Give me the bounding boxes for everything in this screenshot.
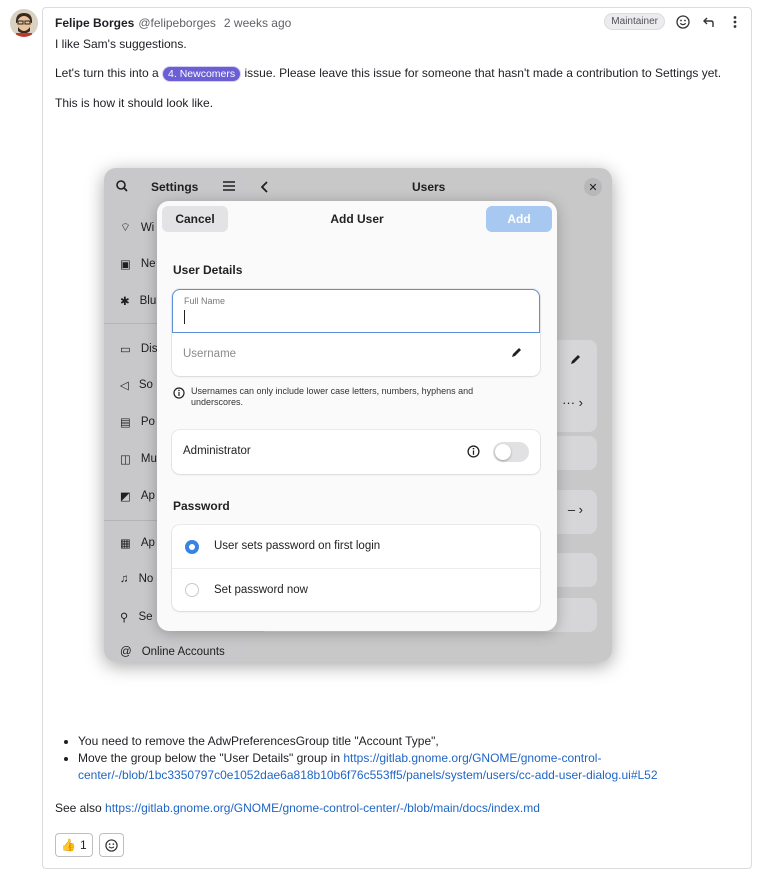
comment-line-3: This is how it should look like. bbox=[55, 96, 214, 110]
info-icon bbox=[173, 387, 185, 399]
see-also-label: See also bbox=[55, 801, 102, 815]
cc-add-user-dialog-link[interactable]: https://gitlab.gnome.org/GNOME/gnome-con… bbox=[343, 751, 601, 765]
see-also-line: See also https://gitlab.gnome.org/GNOME/… bbox=[55, 801, 540, 815]
thumbs-up-icon: 👍 bbox=[61, 838, 76, 852]
username-hint: Usernames can only include lower case le… bbox=[173, 386, 513, 408]
add-user-dialog: Cancel Add User Add User Details Full Na… bbox=[157, 201, 557, 631]
comment-line-1: I like Sam's suggestions. bbox=[55, 37, 187, 51]
row-divider bbox=[172, 568, 540, 569]
author-avatar[interactable] bbox=[10, 9, 38, 37]
add-reaction-icon[interactable] bbox=[675, 14, 691, 30]
newcomers-label[interactable]: 4. Newcomers bbox=[162, 66, 242, 82]
administrator-group: Administrator bbox=[172, 430, 540, 474]
author-name[interactable]: Felipe Borges bbox=[55, 16, 134, 30]
radio-set-now bbox=[185, 583, 199, 597]
comment-line-2: Let's turn this into a 4. Newcomers issu… bbox=[55, 66, 721, 82]
maintainer-badge: Maintainer bbox=[604, 13, 665, 30]
edit-pencil-icon bbox=[512, 348, 521, 357]
option-set-now-label: Set password now bbox=[214, 584, 308, 596]
list-item: Move the group below the "User Details" … bbox=[78, 750, 728, 784]
list-item: You need to remove the AdwPreferencesGro… bbox=[78, 733, 728, 750]
cc-add-user-dialog-link-continued[interactable]: center/-/blob/1bc3350797c0e1052dae6a818b… bbox=[78, 768, 658, 782]
more-actions-icon[interactable] bbox=[727, 14, 743, 30]
reply-icon[interactable] bbox=[701, 14, 717, 30]
author-handle[interactable]: @felipeborges bbox=[138, 16, 216, 30]
radio-first-login bbox=[185, 540, 199, 554]
thumbs-up-count: 1 bbox=[79, 838, 87, 852]
comment-header: Felipe Borges @felipeborges 2 weeks ago bbox=[55, 15, 291, 31]
text-caret bbox=[184, 310, 185, 324]
comment-line-2-end: issue. Please leave this issue for someo… bbox=[244, 66, 722, 80]
full-name-label: Full Name bbox=[184, 296, 226, 306]
thumbs-up-reaction[interactable]: 👍 1 bbox=[55, 833, 93, 857]
username-field: Username bbox=[183, 348, 237, 360]
info-icon bbox=[467, 445, 480, 458]
username-hint-text: Usernames can only include lower case le… bbox=[191, 386, 474, 407]
password-group: User sets password on first login Set pa… bbox=[172, 525, 540, 611]
full-name-field: Full Name bbox=[172, 289, 540, 333]
add-button: Add bbox=[486, 206, 552, 232]
comment-actions: Maintainer bbox=[604, 13, 743, 30]
comment-timestamp[interactable]: 2 weeks ago bbox=[224, 16, 291, 30]
add-reaction-button[interactable] bbox=[98, 833, 124, 857]
docs-link[interactable]: https://gitlab.gnome.org/GNOME/gnome-con… bbox=[105, 801, 540, 815]
instructions-list: You need to remove the AdwPreferencesGro… bbox=[60, 733, 728, 784]
user-details-heading: User Details bbox=[173, 263, 243, 277]
comment-line-2-start: Let's turn this into a bbox=[55, 66, 159, 80]
administrator-toggle bbox=[493, 442, 529, 462]
password-heading: Password bbox=[173, 499, 230, 513]
administrator-label: Administrator bbox=[183, 445, 251, 457]
avatar-image bbox=[10, 9, 38, 37]
user-details-group: Full Name Username bbox=[172, 289, 540, 376]
add-reaction-icon bbox=[104, 838, 118, 852]
reactions-bar: 👍 1 bbox=[55, 833, 124, 857]
option-first-login-label: User sets password on first login bbox=[214, 540, 381, 552]
